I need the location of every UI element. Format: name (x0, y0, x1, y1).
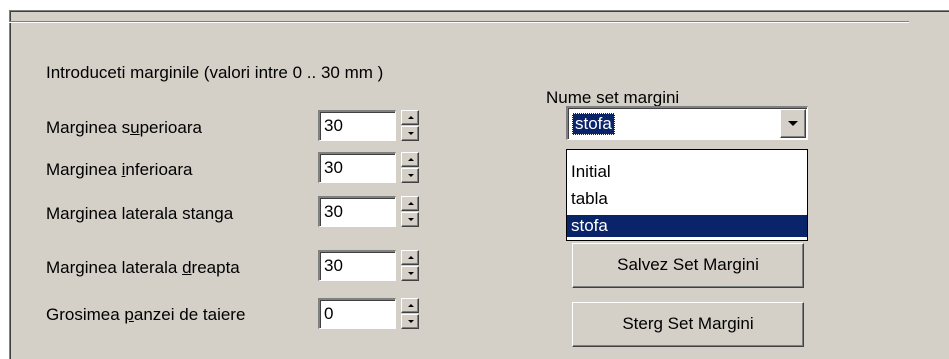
spin-down-button[interactable] (401, 212, 419, 227)
arrow-up-icon (408, 202, 414, 205)
arrow-down-icon (408, 132, 414, 135)
top-margin-input[interactable]: 30 (318, 110, 396, 141)
set-name-dropdown-list: Initial tabla stofa (566, 149, 808, 241)
dropdown-option-tabla[interactable]: tabla (567, 188, 807, 210)
label-right-margin: Marginea laterala dreapta (46, 258, 240, 277)
spin-down-button[interactable] (401, 168, 419, 183)
label-bottom-margin: Marginea inferioara (46, 160, 193, 179)
set-name-combobox[interactable]: stofa (566, 106, 808, 140)
left-margin-spinner[interactable] (401, 196, 419, 227)
chevron-down-icon (788, 121, 798, 126)
arrow-up-icon (408, 158, 414, 161)
combo-selected-value: stofa (572, 113, 615, 135)
dropdown-option-stofa[interactable]: stofa (567, 215, 807, 237)
label-left-margin: Marginea laterala stanga (46, 204, 234, 223)
label-top-margin: Marginea superioara (46, 118, 202, 137)
blade-thickness-input[interactable]: 0 (318, 298, 396, 329)
group-separator (9, 21, 909, 23)
label-blade-thickness: Grosimea panzei de taiere (46, 305, 246, 324)
arrow-down-icon (408, 174, 414, 177)
save-set-button[interactable]: Salvez Set Margini (572, 243, 804, 288)
spin-down-button[interactable] (401, 314, 419, 329)
spin-up-button[interactable] (401, 298, 419, 313)
bottom-margin-input[interactable]: 30 (318, 152, 396, 183)
bottom-margin-spinner[interactable] (401, 152, 419, 183)
arrow-up-icon (408, 116, 414, 119)
top-margin-spinner[interactable] (401, 110, 419, 141)
spin-down-button[interactable] (401, 126, 419, 141)
spin-up-button[interactable] (401, 110, 419, 125)
spin-up-button[interactable] (401, 152, 419, 167)
right-margin-input[interactable]: 30 (318, 250, 396, 281)
arrow-down-icon (408, 272, 414, 275)
arrow-up-icon (408, 304, 414, 307)
group-title: Introduceti marginile (valori intre 0 ..… (46, 63, 384, 82)
set-name-label: Nume set margini (546, 88, 680, 107)
arrow-down-icon (408, 320, 414, 323)
right-margin-spinner[interactable] (401, 250, 419, 281)
dropdown-option-initial[interactable]: Initial (567, 161, 807, 183)
combo-dropdown-button[interactable] (780, 109, 806, 138)
arrow-up-icon (408, 256, 414, 259)
delete-set-button[interactable]: Sterg Set Margini (572, 302, 804, 347)
arrow-down-icon (408, 218, 414, 221)
spin-up-button[interactable] (401, 196, 419, 211)
spin-up-button[interactable] (401, 250, 419, 265)
spin-down-button[interactable] (401, 266, 419, 281)
left-margin-input[interactable]: 30 (318, 196, 396, 227)
blade-thickness-spinner[interactable] (401, 298, 419, 329)
